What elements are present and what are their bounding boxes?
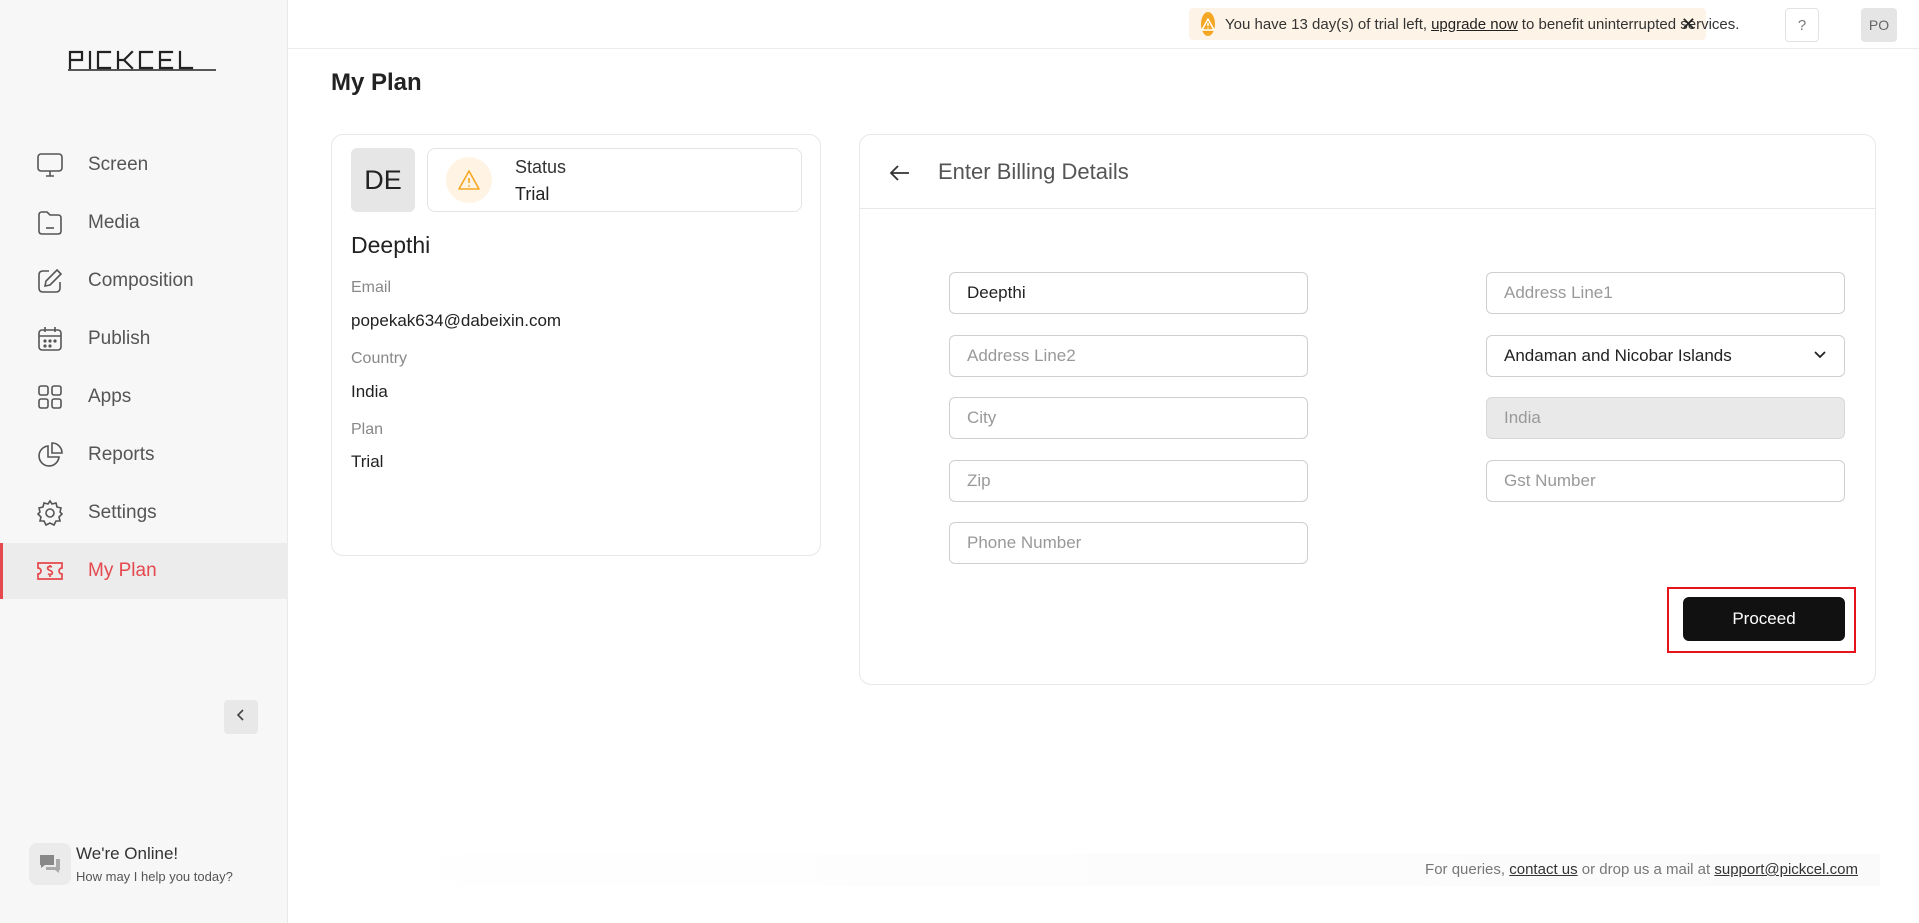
address-line1-field[interactable] — [1486, 272, 1845, 314]
address-line2-field[interactable] — [949, 335, 1308, 377]
sidebar-item-label: Media — [88, 212, 140, 233]
zip-field[interactable] — [949, 460, 1308, 502]
monitor-icon — [36, 151, 64, 179]
pie-chart-icon — [36, 441, 64, 469]
trial-text-after: to benefit uninterrupted services. — [1521, 15, 1740, 33]
pickcel-logo-mark — [68, 50, 216, 71]
support-email-link[interactable]: support@pickcel.com — [1714, 861, 1858, 878]
billing-card: Enter Billing Details Andaman and Nicoba… — [859, 134, 1876, 685]
footer-text-before: For queries, — [1425, 861, 1506, 878]
contact-us-link[interactable]: contact us — [1509, 861, 1577, 878]
chat-bubble-icon — [29, 843, 71, 885]
sidebar-item-settings[interactable]: Settings — [0, 485, 288, 541]
sidebar-item-media[interactable]: Media — [0, 195, 288, 251]
country-label: Country — [351, 350, 408, 367]
sidebar-item-label: Publish — [88, 328, 151, 349]
calendar-icon — [36, 325, 64, 353]
chat-widget[interactable]: We're Online! How may I help you today? — [29, 843, 233, 885]
email-label: Email — [351, 279, 392, 296]
status-box: Status Trial — [427, 148, 802, 212]
chat-subtitle: How may I help you today? — [76, 869, 233, 884]
chat-text: We're Online! How may I help you today? — [76, 844, 233, 884]
sidebar: Screen Media Composition Publish Apps Re… — [0, 0, 288, 923]
name-field[interactable] — [949, 272, 1308, 314]
country-value: India — [351, 382, 388, 401]
country-field — [1486, 397, 1845, 439]
proceed-button[interactable]: Proceed — [1683, 597, 1845, 641]
top-bar: You have 13 day(s) of trial left, upgrad… — [288, 0, 1919, 49]
status-label: Status — [515, 157, 567, 177]
profile-name: Deepthi — [351, 232, 431, 258]
collapse-sidebar-button[interactable] — [224, 700, 258, 734]
footer-text-middle: or drop us a mail at — [1581, 861, 1711, 878]
sidebar-item-label: Screen — [88, 154, 149, 175]
close-icon[interactable]: ✕ — [1681, 14, 1696, 35]
phone-number-field[interactable] — [949, 522, 1308, 564]
apps-grid-icon — [36, 383, 64, 411]
page-title: My Plan — [331, 69, 422, 96]
sidebar-item-label: Settings — [88, 502, 157, 523]
sidebar-item-label: My Plan — [88, 560, 157, 581]
footer: For queries, contact us or drop us a mai… — [310, 854, 1880, 886]
user-avatar[interactable]: PO — [1861, 8, 1897, 42]
warning-icon — [1201, 12, 1215, 36]
edit-icon — [36, 267, 64, 295]
profile-avatar: DE — [351, 148, 415, 212]
sidebar-item-reports[interactable]: Reports — [0, 427, 288, 483]
sidebar-item-label: Apps — [88, 386, 132, 407]
billing-title: Enter Billing Details — [938, 159, 1129, 184]
trial-text-before: You have 13 day(s) of trial left, — [1225, 15, 1428, 33]
trial-banner: You have 13 day(s) of trial left, upgrad… — [1189, 8, 1739, 40]
chevron-down-icon — [1813, 346, 1827, 366]
folder-icon — [36, 209, 64, 237]
sidebar-item-label: Composition — [88, 270, 194, 291]
pickcel-logo[interactable] — [68, 48, 218, 72]
upgrade-now-link[interactable]: upgrade now — [1431, 16, 1518, 33]
email-value: popekak634@dabeixin.com — [351, 311, 562, 330]
chevron-left-icon — [234, 708, 248, 727]
sidebar-item-my-plan[interactable]: My Plan — [0, 543, 288, 599]
chat-title: We're Online! — [76, 844, 179, 863]
back-arrow-icon[interactable] — [888, 161, 912, 185]
help-button[interactable]: ? — [1785, 8, 1819, 42]
plan-value: Trial — [351, 452, 384, 471]
sidebar-nav: Screen Media Composition Publish Apps Re… — [0, 137, 288, 601]
sidebar-item-screen[interactable]: Screen — [0, 137, 288, 193]
warning-icon — [446, 157, 492, 203]
gear-icon — [36, 499, 64, 527]
profile-card: DE Status Trial Deepthi Email popekak634… — [331, 134, 821, 556]
billing-header: Enter Billing Details — [860, 135, 1875, 209]
status-value: Trial — [515, 184, 550, 204]
gst-number-field[interactable] — [1486, 460, 1845, 502]
sidebar-item-label: Reports — [88, 444, 155, 465]
city-field[interactable] — [949, 397, 1308, 439]
sidebar-item-publish[interactable]: Publish — [0, 311, 288, 367]
state-select[interactable]: Andaman and Nicobar Islands — [1486, 335, 1845, 377]
plan-label: Plan — [351, 421, 384, 438]
state-select-value: Andaman and Nicobar Islands — [1504, 346, 1732, 365]
sidebar-item-composition[interactable]: Composition — [0, 253, 288, 309]
sidebar-item-apps[interactable]: Apps — [0, 369, 288, 425]
ticket-dollar-icon — [36, 557, 64, 585]
